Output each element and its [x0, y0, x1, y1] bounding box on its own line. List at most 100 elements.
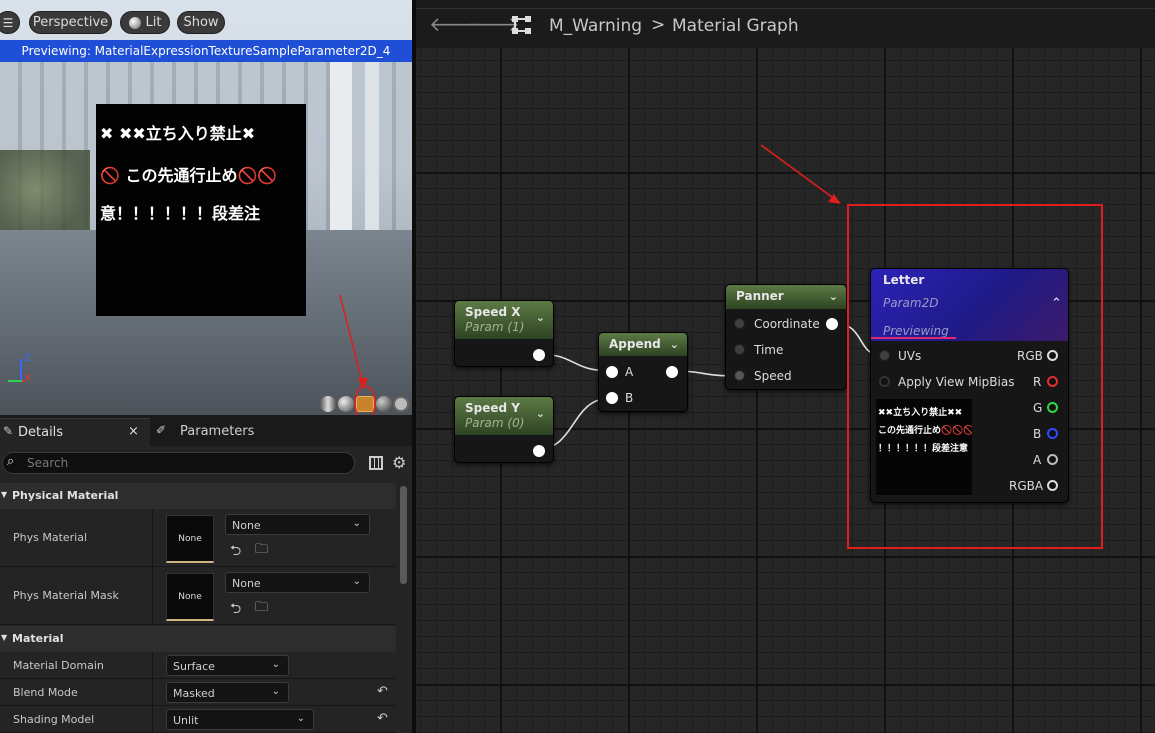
phys-material-select[interactable]: None ⌄: [225, 514, 370, 535]
perspective-label: Perspective: [32, 15, 109, 30]
category-material-label: Material: [12, 632, 64, 645]
pencil-icon: ✎: [3, 424, 14, 438]
chevron-down-icon[interactable]: ⌄: [670, 338, 679, 351]
annotation-arrow-graph: [760, 144, 841, 204]
category-physical-material-label: Physical Material: [12, 489, 119, 502]
parameters-tab-label: Parameters: [180, 424, 255, 439]
chevron-down-icon: ⌄: [296, 713, 305, 724]
preview-banner: Previewing: MaterialExpressionTextureSam…: [0, 40, 412, 62]
phys-material-mask-select[interactable]: None ⌄: [225, 572, 370, 593]
settings-gear-icon[interactable]: ⚙: [392, 453, 406, 472]
use-selected-arrow-icon[interactable]: ⮌: [230, 598, 241, 622]
append-output-pin[interactable]: [666, 366, 678, 378]
phys-material-select-value: None: [232, 519, 261, 532]
details-tab[interactable]: ✎ Details ×: [0, 418, 150, 446]
show-label: Show: [183, 15, 219, 30]
phys-material-mask-row: Phys Material Mask None None ⌄ ⮌ 🗀: [0, 567, 396, 625]
axis-gizmo: Z X: [8, 353, 38, 385]
annotation-arrow-viewport: [339, 294, 376, 415]
shading-model-label: Shading Model: [13, 713, 95, 726]
speed-x-output-pin[interactable]: [533, 349, 545, 361]
parameters-tab[interactable]: ✐ Parameters: [150, 418, 300, 446]
speed-y-node[interactable]: Speed Y Param (0) ⌄: [454, 396, 554, 463]
material-domain-row: Material Domain Surface ⌄: [0, 652, 396, 679]
search-placeholder: Search: [27, 456, 69, 470]
chevron-down-icon[interactable]: ⌄: [536, 311, 545, 324]
panner-speed-pin[interactable]: [734, 370, 745, 381]
chevron-down-icon: ⌄: [271, 686, 280, 697]
search-icon: ⌕: [7, 454, 15, 469]
search-box[interactable]: ⌕ Search: [2, 452, 355, 474]
browse-folder-icon[interactable]: 🗀: [255, 540, 268, 562]
sign-line-1: ✖ ✖✖立ち入り禁止✖: [100, 124, 256, 143]
axis-x-label: X: [24, 373, 31, 384]
reset-to-default-icon[interactable]: ↶: [377, 711, 388, 726]
phys-material-mask-thumbnail[interactable]: None: [166, 573, 214, 621]
viewport-menu-button[interactable]: ☰: [0, 11, 20, 34]
blend-mode-select[interactable]: Masked ⌄: [166, 682, 289, 703]
speed-x-subtitle: Param (1): [465, 320, 525, 334]
material-graph-canvas[interactable]: 🡐 🡒 M_Warning > Material Graph Speed X P…: [416, 0, 1155, 733]
panner-speed-label: Speed: [754, 369, 792, 383]
lit-button[interactable]: Lit: [120, 11, 170, 34]
browse-folder-icon[interactable]: 🗀: [255, 598, 268, 620]
category-physical-material[interactable]: ▼ Physical Material: [0, 483, 396, 509]
preview-banner-text: Previewing: MaterialExpressionTextureSam…: [21, 44, 391, 58]
details-scrollbar[interactable]: [400, 486, 407, 584]
blend-mode-label: Blend Mode: [13, 686, 78, 699]
perspective-button[interactable]: Perspective: [29, 11, 112, 34]
speed-x-title: Speed X: [465, 305, 521, 319]
axis-z-label: Z: [24, 353, 31, 364]
chevron-down-icon: ⌄: [352, 518, 361, 529]
panner-title: Panner: [736, 289, 784, 303]
trees: [0, 150, 90, 230]
shading-model-select[interactable]: Unlit ⌄: [166, 709, 314, 730]
close-icon[interactable]: ×: [128, 424, 139, 439]
category-material[interactable]: ▼ Material: [0, 626, 396, 652]
append-input-a-pin[interactable]: [606, 366, 618, 378]
details-tab-label: Details: [18, 425, 64, 440]
append-title: Append: [609, 337, 661, 351]
shading-model-value: Unlit: [173, 714, 199, 727]
speed-y-subtitle: Param (0): [465, 416, 525, 430]
table-view-icon[interactable]: [369, 456, 383, 470]
building-pillar: [330, 62, 352, 242]
append-pin-a-label: A: [625, 365, 634, 379]
chevron-down-icon: ⌄: [271, 659, 280, 670]
speed-y-output-pin[interactable]: [533, 445, 545, 457]
chevron-down-icon[interactable]: ⌄: [536, 407, 545, 420]
use-selected-arrow-icon[interactable]: ⮌: [230, 540, 241, 564]
phys-material-mask-thumb-text: None: [178, 591, 202, 602]
speed-x-node[interactable]: Speed X Param (1) ⌄: [454, 300, 554, 367]
panner-header[interactable]: Panner ⌄: [726, 285, 846, 309]
viewport[interactable]: ✖ ✖✖立ち入り禁止✖ 🚫 この先通行止め🚫🚫 意！！！！！！段差注 ☰ Per…: [0, 0, 412, 415]
append-input-b-pin[interactable]: [606, 392, 618, 404]
material-domain-select[interactable]: Surface ⌄: [166, 655, 289, 676]
shading-model-row: Shading Model Unlit ⌄ ↶: [0, 706, 396, 733]
parameters-icon: ✐: [156, 423, 167, 437]
building-pillar: [365, 62, 379, 242]
panner-time-pin[interactable]: [734, 344, 745, 355]
panner-output-pin[interactable]: [826, 318, 838, 330]
phys-material-thumbnail[interactable]: None: [166, 515, 214, 563]
preview-shape-custom-button[interactable]: [393, 396, 409, 412]
panner-coordinate-label: Coordinate: [754, 317, 820, 331]
details-panel: ✎ Details × ✐ Parameters ⌕ Search ⚙ ▼ Ph…: [0, 415, 412, 733]
panner-node[interactable]: Panner ⌄ Coordinate Time Speed: [725, 284, 847, 390]
lit-sphere-icon: [128, 16, 141, 29]
blend-mode-row: Blend Mode Masked ⌄ ↶: [0, 679, 396, 706]
show-button[interactable]: Show: [177, 11, 225, 34]
material-domain-value: Surface: [173, 660, 215, 673]
reset-to-default-icon[interactable]: ↶: [377, 684, 388, 699]
speed-y-header[interactable]: Speed Y Param (0) ⌄: [455, 397, 553, 435]
append-node[interactable]: Append ⌄ A B: [598, 332, 688, 412]
speed-x-header[interactable]: Speed X Param (1) ⌄: [455, 301, 553, 339]
collapse-arrow-icon: ▼: [1, 633, 8, 642]
chevron-down-icon[interactable]: ⌄: [829, 290, 838, 303]
collapse-arrow-icon: ▼: [1, 490, 8, 499]
sign-line-3: 意！！！！！！段差注: [100, 204, 261, 223]
blend-mode-value: Masked: [173, 687, 215, 700]
panner-coordinate-pin[interactable]: [734, 318, 745, 329]
lit-label: Lit: [145, 15, 162, 30]
append-header[interactable]: Append ⌄: [599, 333, 687, 356]
